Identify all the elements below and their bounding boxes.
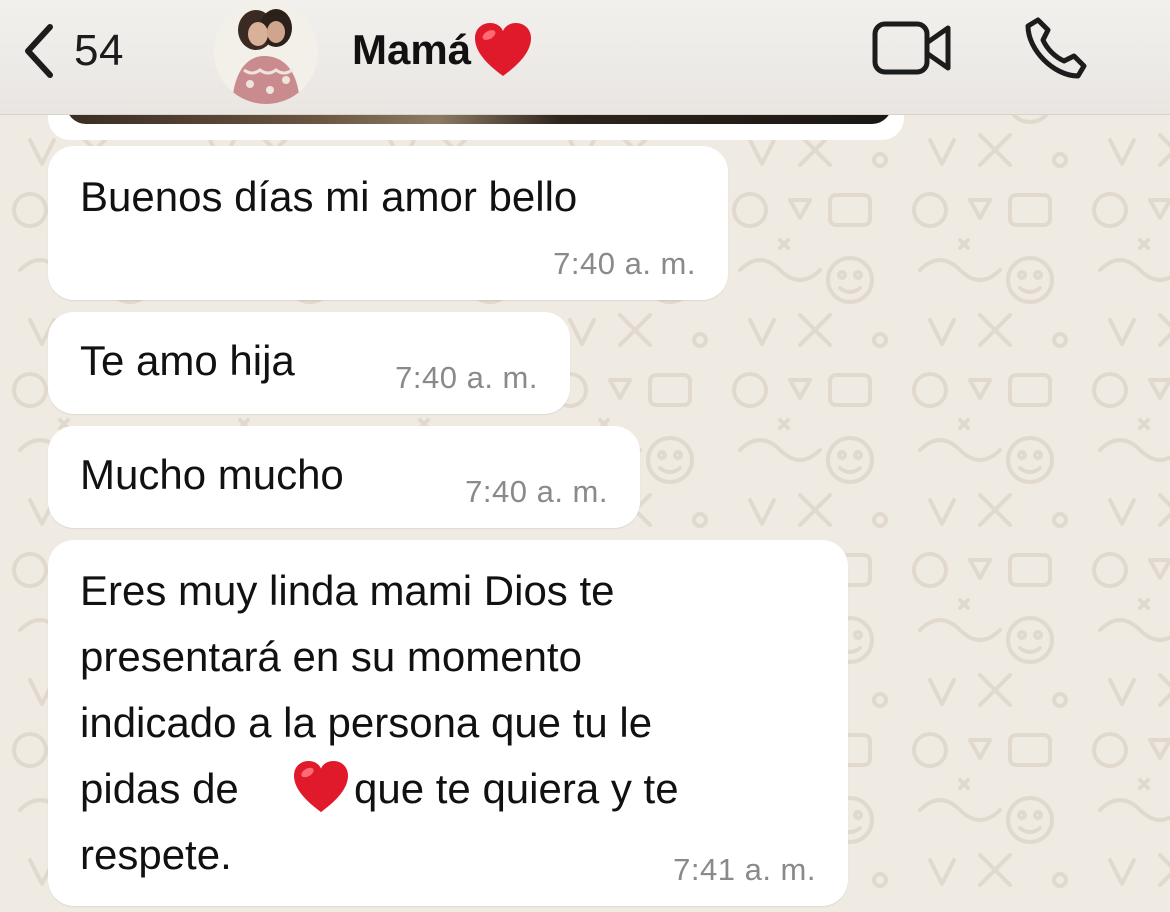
video-camera-icon — [872, 21, 951, 75]
avatar-photo — [214, 0, 318, 104]
message-text-line: pidas de — [80, 765, 239, 812]
red-heart-emoji — [475, 23, 532, 76]
message-bubble[interactable]: Buenos días mi amor bello 7:40 a. m. — [48, 146, 728, 300]
phone-icon — [1025, 17, 1087, 79]
contact-name[interactable]: Mamá — [352, 22, 533, 78]
message-text: Te amo hija — [80, 337, 295, 384]
message-bubble[interactable]: Eres muy linda mami Dios te presentará e… — [48, 540, 848, 906]
message-time: 7:41 a. m. — [673, 852, 816, 887]
contact-avatar[interactable] — [214, 0, 318, 104]
message-time: 7:40 a. m. — [465, 474, 608, 509]
message-time: 7:40 a. m. — [553, 246, 696, 281]
back-button[interactable]: 54 — [20, 16, 124, 86]
message-text-line: Eres muy linda mami Dios te — [80, 567, 615, 614]
message-bubble[interactable]: Te amo hija 7:40 a. m. — [48, 312, 570, 414]
message-text-line: respete. — [80, 831, 232, 878]
unread-count: 54 — [74, 26, 124, 75]
message-text: Buenos días mi amor bello — [80, 173, 578, 220]
message-text: Mucho mucho — [80, 451, 344, 498]
message-bubble[interactable]: Mucho mucho 7:40 a. m. — [48, 426, 640, 528]
chat-header: 54 Mamá — [0, 0, 1170, 115]
message-text-line: que te quiera y te — [354, 765, 679, 812]
voice-call-button[interactable] — [1020, 14, 1090, 84]
message-text-line: presentará en su momento — [80, 633, 582, 680]
message-time: 7:40 a. m. — [395, 360, 538, 395]
video-call-button[interactable] — [870, 18, 956, 80]
contact-name-text: Mamá — [352, 26, 472, 73]
red-heart-emoji — [294, 760, 348, 813]
message-text-line: indicado a la persona que tu le — [80, 699, 653, 746]
chevron-left-icon — [25, 24, 53, 78]
